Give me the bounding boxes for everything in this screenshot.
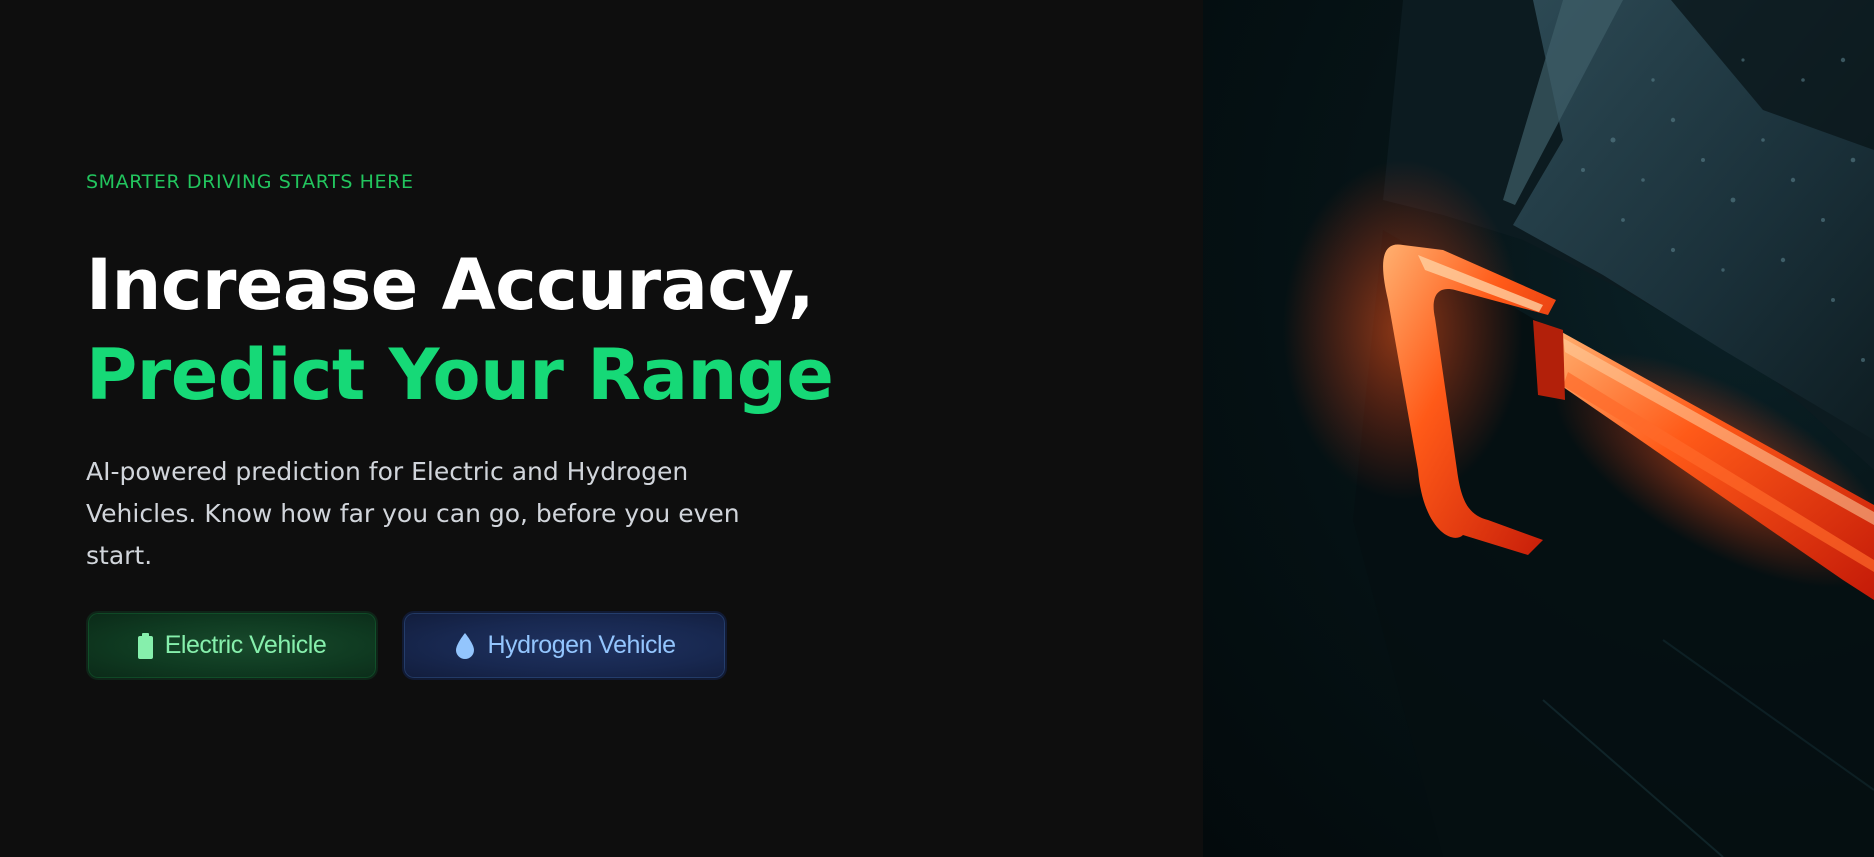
hero-section: SMARTER DRIVING STARTS HERE Increase Acc… <box>0 0 1874 857</box>
hero-description: AI-powered prediction for Electric and H… <box>86 457 740 570</box>
hydrogen-vehicle-button[interactable]: Hydrogen Vehicle <box>402 611 727 680</box>
hero-headline: Increase Accuracy, Predict Your Range <box>86 240 834 420</box>
hydrogen-vehicle-label: Hydrogen Vehicle <box>487 631 676 659</box>
hero-eyebrow: SMARTER DRIVING STARTS HERE <box>86 171 414 193</box>
electric-vehicle-label: Electric Vehicle <box>164 631 327 659</box>
electric-vehicle-button[interactable]: Electric Vehicle <box>86 611 378 680</box>
droplet-icon <box>455 632 474 659</box>
headline-line-2: Predict Your Range <box>86 334 834 416</box>
car-taillight-photo <box>1203 0 1874 857</box>
hero-content: SMARTER DRIVING STARTS HERE Increase Acc… <box>0 0 1203 857</box>
taillight-illustration <box>1283 0 1874 857</box>
headline-line-1: Increase Accuracy, <box>86 244 815 326</box>
battery-icon <box>137 632 153 659</box>
